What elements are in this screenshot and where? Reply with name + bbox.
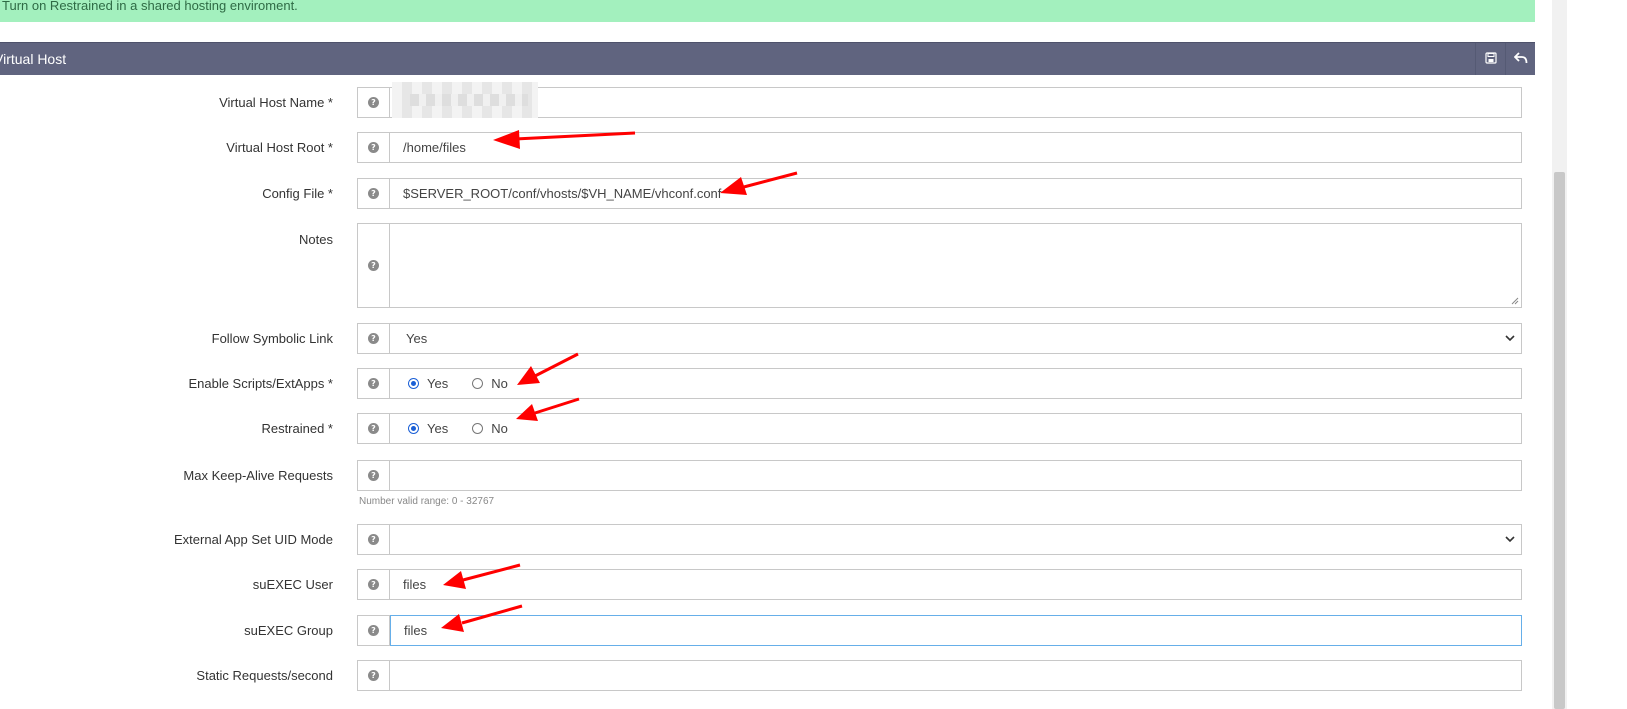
- follow-symlink-select[interactable]: Yes: [390, 323, 1522, 354]
- back-button[interactable]: [1505, 43, 1536, 75]
- help-button[interactable]: ?: [357, 87, 390, 118]
- ext-app-uid-select[interactable]: [390, 524, 1522, 555]
- annotation-arrow: [534, 397, 580, 415]
- enable-scripts-no-option[interactable]: No: [472, 376, 508, 391]
- panel-header: Virtual Host: [0, 42, 1535, 75]
- page-scrollbar-thumb[interactable]: [1554, 172, 1565, 709]
- restrained-label: Restrained *: [261, 421, 333, 436]
- help-button[interactable]: ?: [357, 223, 390, 308]
- radio-unselected[interactable]: [472, 423, 484, 434]
- row-suexec-group: suEXEC Group ? files: [0, 615, 1535, 646]
- notes-label: Notes: [299, 232, 333, 247]
- question-icon: ?: [368, 670, 379, 681]
- suexec-user-input[interactable]: files: [390, 569, 1522, 600]
- row-vhost-root: Virtual Host Root * ? /home/files: [0, 132, 1535, 163]
- question-icon: ?: [368, 188, 379, 199]
- save-icon: [1485, 52, 1497, 64]
- ext-app-uid-label: External App Set UID Mode: [174, 532, 333, 547]
- follow-symlink-label: Follow Symbolic Link: [211, 331, 333, 346]
- help-button[interactable]: ?: [357, 413, 390, 444]
- chevron-down-icon: [1505, 536, 1515, 543]
- question-icon: ?: [368, 625, 379, 636]
- suexec-group-input[interactable]: files: [390, 615, 1522, 646]
- resize-handle-icon[interactable]: [1511, 297, 1519, 305]
- notice-text: Turn on Restrained in a shared hosting e…: [2, 0, 298, 13]
- vhost-root-input[interactable]: /home/files: [390, 132, 1522, 163]
- radio-selected[interactable]: [408, 378, 419, 389]
- row-vhost-name: Virtual Host Name * ?: [0, 87, 1535, 118]
- radio-label: Yes: [427, 376, 449, 391]
- max-keepalive-label: Max Keep-Alive Requests: [183, 468, 333, 483]
- question-icon: ?: [368, 470, 379, 481]
- vhost-name-label: Virtual Host Name *: [219, 95, 333, 110]
- question-icon: ?: [368, 142, 379, 153]
- redacted-value-blur: [392, 82, 538, 118]
- help-button[interactable]: ?: [357, 460, 390, 491]
- row-max-keepalive: Max Keep-Alive Requests ?: [0, 460, 1535, 491]
- radio-label: Yes: [427, 421, 449, 436]
- radio-label: No: [491, 421, 508, 436]
- help-button[interactable]: ?: [357, 615, 390, 646]
- enable-scripts-label: Enable Scripts/ExtApps *: [188, 376, 333, 391]
- row-restrained: Restrained * ? Yes No: [0, 413, 1535, 444]
- static-requests-label: Static Requests/second: [196, 668, 333, 683]
- help-button[interactable]: ?: [357, 569, 390, 600]
- row-notes: Notes ?: [0, 223, 1535, 308]
- suexec-group-label: suEXEC Group: [244, 623, 333, 638]
- restrained-yes-option[interactable]: Yes: [408, 421, 448, 436]
- question-icon: ?: [368, 260, 379, 271]
- row-follow-symlink: Follow Symbolic Link ? Yes: [0, 323, 1535, 354]
- radio-unselected[interactable]: [472, 378, 484, 389]
- question-icon: ?: [368, 97, 379, 108]
- config-file-label: Config File *: [262, 186, 333, 201]
- row-enable-scripts: Enable Scripts/ExtApps * ? Yes No: [0, 368, 1535, 399]
- vhost-root-label: Virtual Host Root *: [226, 140, 333, 155]
- row-suexec-user: suEXEC User ? files: [0, 569, 1535, 600]
- question-icon: ?: [368, 423, 379, 434]
- follow-symlink-value: Yes: [406, 331, 428, 346]
- enable-scripts-yes-option[interactable]: Yes: [408, 376, 448, 391]
- radio-label: No: [491, 376, 508, 391]
- max-keepalive-input[interactable]: [390, 460, 1522, 491]
- notes-textarea[interactable]: [390, 223, 1522, 308]
- row-ext-app-uid: External App Set UID Mode ?: [0, 524, 1535, 555]
- restrained-no-option[interactable]: No: [472, 421, 508, 436]
- question-icon: ?: [368, 534, 379, 545]
- enable-scripts-radio-group: Yes No: [390, 368, 1522, 399]
- help-button[interactable]: ?: [357, 178, 390, 209]
- panel-title: Virtual Host: [0, 51, 67, 67]
- help-button[interactable]: ?: [357, 368, 390, 399]
- config-file-input[interactable]: $SERVER_ROOT/conf/vhosts/$VH_NAME/vhconf…: [390, 178, 1522, 209]
- row-config-file: Config File * ? $SERVER_ROOT/conf/vhosts…: [0, 178, 1535, 209]
- undo-arrow-icon: [1513, 52, 1528, 64]
- notice-banner: Turn on Restrained in a shared hosting e…: [0, 0, 1535, 22]
- radio-selected[interactable]: [408, 423, 419, 434]
- row-static-requests: Static Requests/second ?: [0, 660, 1535, 709]
- max-keepalive-hint: Number valid range: 0 - 32767: [359, 496, 495, 507]
- vhost-name-input[interactable]: [390, 87, 1522, 118]
- question-icon: ?: [368, 378, 379, 389]
- restrained-radio-group: Yes No: [390, 413, 1522, 444]
- save-button[interactable]: [1475, 43, 1506, 75]
- help-button[interactable]: ?: [357, 132, 390, 163]
- suexec-user-label: suEXEC User: [252, 577, 333, 592]
- question-icon: ?: [368, 333, 379, 344]
- help-button[interactable]: ?: [357, 323, 390, 354]
- question-icon: ?: [368, 579, 379, 590]
- static-requests-input[interactable]: [390, 660, 1522, 691]
- help-button[interactable]: ?: [357, 524, 390, 555]
- chevron-down-icon: [1505, 335, 1515, 342]
- help-button[interactable]: ?: [357, 660, 390, 691]
